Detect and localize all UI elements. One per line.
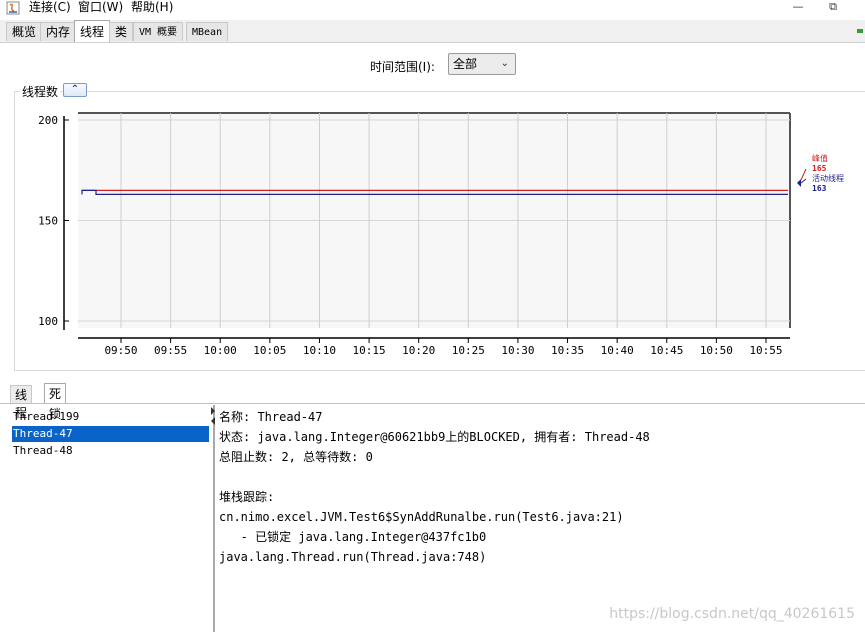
thread-item-48[interactable]: Thread-48 <box>12 443 209 459</box>
divider <box>0 403 865 404</box>
tab-thread-list[interactable]: 线程 <box>10 385 33 420</box>
y-tick-label: 150 <box>38 215 58 228</box>
tab-deadlock[interactable]: 死锁 <box>44 383 67 421</box>
x-tick-label: 10:25 <box>452 344 485 357</box>
detail-stack-frame: java.lang.Thread.run(Thread.java:748) <box>219 550 487 564</box>
thread-item-199[interactable]: Thread-199 <box>12 409 209 425</box>
legend-active-label: 活动线程 <box>812 173 844 183</box>
detail-state: 状态: java.lang.Integer@60621bb9上的BLOCKED,… <box>219 430 650 444</box>
threads-panel: 时间范围(I): 全部 ⌄ 线程数 ⌃ 200 150 100 09:50 09:55 1… <box>0 43 865 632</box>
detail-name: 名称: Thread-47 <box>219 410 323 424</box>
menu-window[interactable]: 窗口(W) <box>78 0 123 16</box>
tab-vm-summary[interactable]: VM 概要 <box>133 22 184 41</box>
thread-count-title: 线程数 <box>20 83 61 100</box>
menu-bar: 连接(C) 窗口(W) 帮助(H) — ⧉ <box>0 0 865 18</box>
x-tick-label: 09:55 <box>154 344 187 357</box>
x-tick-label: 10:20 <box>402 344 435 357</box>
detail-stack-title: 堆栈跟踪: <box>219 490 275 504</box>
detail-blank <box>219 467 859 487</box>
collapse-chart-button[interactable]: ⌃ <box>63 83 87 97</box>
x-tick-label: 10:05 <box>253 344 286 357</box>
restore-button[interactable]: ⧉ <box>818 0 848 16</box>
menu-help[interactable]: 帮助(H) <box>131 0 173 16</box>
tab-threads[interactable]: 线程 <box>74 20 111 42</box>
watermark: https://blog.csdn.net/qq_40261615 <box>609 606 855 622</box>
tab-memory[interactable]: 内存 <box>40 22 77 41</box>
time-range-value: 全部 <box>453 57 478 71</box>
thread-list: Thread-199 Thread-47 Thread-48 <box>10 405 214 632</box>
minimize-button[interactable]: — <box>783 0 813 16</box>
detail-lock-info: - 已锁定 java.lang.Integer@437fc1b0 <box>219 530 487 544</box>
expand-left-icon[interactable] <box>211 417 215 425</box>
legend-peak-label: 峰值 <box>812 153 828 163</box>
x-tick-label: 10:00 <box>204 344 237 357</box>
menu-connection[interactable]: 连接(C) <box>29 0 71 16</box>
tab-mbean[interactable]: MBean <box>186 22 229 41</box>
java-app-icon <box>6 1 20 15</box>
detail-counts: 总阻止数: 2, 总等待数: 0 <box>219 450 373 464</box>
time-range-label: 时间范围(I): <box>370 60 435 74</box>
x-tick-label: 10:10 <box>303 344 336 357</box>
x-tick-label: 10:45 <box>650 344 683 357</box>
legend-active-value: 163 <box>812 184 827 193</box>
tab-classes[interactable]: 类 <box>109 22 134 41</box>
legend-peak-value: 165 <box>812 164 827 173</box>
detail-stack-frame: cn.nimo.excel.JVM.Test6$SynAddRunalbe.ru… <box>219 510 624 524</box>
thread-details: 名称: Thread-47 状态: java.lang.Integer@6062… <box>219 407 859 567</box>
legend-marker-icon <box>797 179 801 187</box>
x-tick-label: 10:30 <box>501 344 534 357</box>
x-tick-label: 10:35 <box>551 344 584 357</box>
main-tab-bar: 概览 内存 线程 类 VM 概要 MBean <box>0 20 865 43</box>
tab-grip-icon <box>857 29 863 33</box>
chevron-down-icon: ⌄ <box>500 58 509 69</box>
y-tick-label: 200 <box>38 114 58 127</box>
legend-connector <box>800 168 807 181</box>
chevron-up-icon: ⌃ <box>70 84 80 95</box>
thread-item-47[interactable]: Thread-47 <box>12 426 209 442</box>
y-tick-label: 100 <box>38 315 58 328</box>
x-tick-label: 10:40 <box>601 344 634 357</box>
x-tick-label: 10:15 <box>353 344 386 357</box>
x-tick-label: 10:50 <box>700 344 733 357</box>
legend-connector <box>800 178 807 184</box>
x-tick-label: 09:50 <box>104 344 137 357</box>
x-tick-label: 10:55 <box>749 344 782 357</box>
thread-count-chart: 200 150 100 09:50 09:55 10:00 10:05 10:10 10:15 1… <box>38 112 844 357</box>
tab-overview[interactable]: 概览 <box>6 22 43 41</box>
expand-right-icon[interactable] <box>211 407 215 415</box>
time-range-select[interactable]: 全部 ⌄ <box>448 53 516 75</box>
